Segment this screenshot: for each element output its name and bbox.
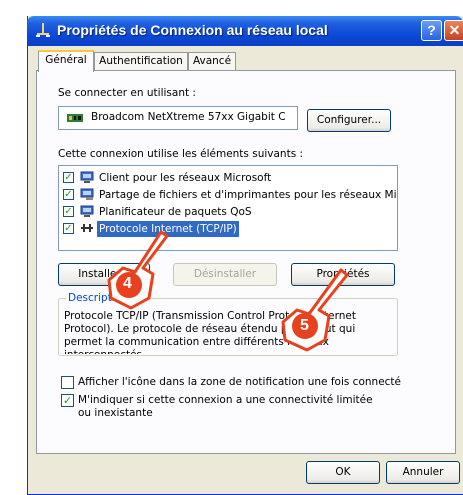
checkbox[interactable]: ✓ (63, 206, 74, 217)
annotation-number: 5 (300, 317, 309, 334)
tab-authentication[interactable]: Authentification (94, 52, 188, 70)
configure-button[interactable]: Configurer... (307, 109, 391, 132)
title-bar[interactable]: Propriétés de Connexion au réseau local … (27, 16, 463, 46)
cancel-button[interactable]: Annuler (386, 461, 460, 484)
pointing-hand-icon (107, 230, 169, 310)
qos-scheduler-icon (80, 205, 94, 217)
network-client-icon (80, 171, 94, 183)
tab-advanced[interactable]: Avancé (188, 52, 236, 70)
item-label: Planificateur de paquets QoS (99, 206, 252, 218)
window-title: Propriétés de Connexion au réseau local (57, 22, 328, 38)
limited-connectivity-label: M'indiquer si cette connexion a une conn… (78, 394, 373, 419)
adapter-name: Broadcom NetXtreme 57xx Gigabit C (91, 111, 286, 123)
notification-icon-label: Afficher l'icône dans la zone de notific… (78, 376, 402, 388)
checkbox[interactable]: ✓ (63, 172, 74, 183)
notification-icon-checkbox[interactable] (61, 376, 74, 389)
pointing-hand-icon (281, 268, 349, 352)
file-printer-sharing-icon (80, 188, 94, 200)
close-button[interactable]: ✕ (444, 20, 463, 41)
components-label: Cette connexion utilise les éléments sui… (58, 148, 304, 160)
help-button[interactable]: ? (421, 20, 442, 41)
limited-connectivity-checkbox[interactable]: ✓ (61, 394, 74, 407)
checkbox[interactable]: ✓ (63, 189, 74, 200)
checkbox[interactable]: ✓ (63, 223, 74, 234)
adapter-field: Broadcom NetXtreme 57xx Gigabit C (58, 106, 298, 130)
uninstall-button: Désinstaller (173, 263, 277, 286)
connect-using-label: Se connecter en utilisant : (58, 87, 196, 99)
network-protocol-icon (81, 224, 93, 232)
ok-button[interactable]: OK (306, 461, 380, 484)
annotation-number: 4 (123, 275, 132, 292)
item-label: Partage de fichiers et d'imprimantes pou… (99, 189, 398, 201)
item-label: Client pour les réseaux Microsoft (99, 172, 272, 184)
network-card-icon (67, 114, 83, 122)
network-connection-icon (36, 23, 50, 37)
tab-general[interactable]: Général (38, 50, 94, 72)
